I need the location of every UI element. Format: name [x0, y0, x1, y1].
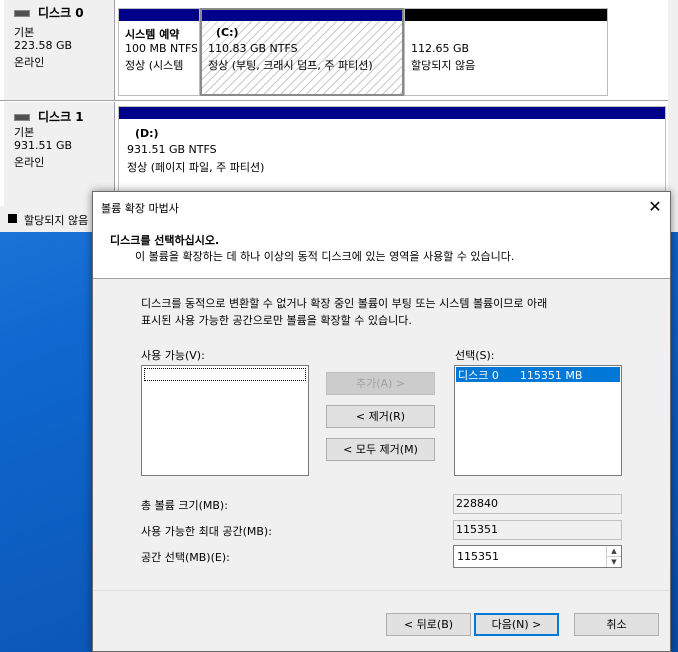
disk-1-title-wrap: 디스크 1	[14, 108, 84, 125]
remove-button[interactable]: < 제거(R)	[326, 405, 435, 428]
disk-0-label[interactable]: 디스크 0 기본 223.58 GB 온라인	[4, 0, 115, 100]
back-button[interactable]: < 뒤로(B)	[386, 613, 471, 636]
footer-divider	[93, 590, 670, 591]
spin-down-icon[interactable]: ▼	[607, 557, 621, 567]
partition-name: (D:)	[135, 127, 159, 140]
add-button[interactable]: 추가(A) >	[326, 372, 435, 395]
selected-listbox[interactable]: 디스크 0 115351 MB	[454, 365, 622, 476]
dialog-title: 볼륨 확장 마법사	[101, 202, 179, 215]
disk-1-size: 931.51 GB	[14, 139, 73, 152]
row-divider	[0, 100, 668, 101]
legend-unallocated-label: 할당되지 않음	[24, 214, 89, 227]
spinner-arrows: ▲ ▼	[606, 546, 621, 567]
disk-0-status: 온라인	[14, 56, 45, 69]
partition-size: 110.83 GB NTFS	[208, 42, 298, 55]
select-space-label: 공간 선택(MB)(E):	[141, 551, 230, 564]
disk-0-type: 기본	[14, 26, 35, 39]
partition-name: (C:)	[216, 26, 239, 39]
legend-unallocated-swatch	[8, 214, 17, 223]
selected-item-disk-0[interactable]: 디스크 0 115351 MB	[456, 367, 620, 382]
available-label: 사용 가능(V):	[141, 349, 205, 362]
partition-size: 931.51 GB NTFS	[127, 143, 217, 156]
select-space-value[interactable]: 115351	[457, 550, 499, 563]
partition-status: 정상 (부팅, 크래시 덤프, 주 파티션)	[208, 59, 373, 72]
next-button[interactable]: 다음(N) >	[474, 613, 559, 636]
partition-bar	[119, 107, 665, 119]
close-icon[interactable]: ✕	[640, 192, 670, 222]
drive-icon	[14, 114, 30, 121]
selected-item-size: 115351 MB	[519, 369, 583, 382]
disk-row-0: 디스크 0 기본 223.58 GB 온라인 시스템 예약 100 MB NTF…	[0, 0, 678, 100]
focus-rect	[144, 368, 306, 381]
wizard-header: 디스크를 선택하십시오. 이 볼륨을 확장하는 데 하나 이상의 동적 디스크에…	[93, 222, 670, 279]
total-size-label: 총 볼륨 크기(MB):	[141, 499, 228, 512]
header-subtitle: 이 볼륨을 확장하는 데 하나 이상의 동적 디스크에 있는 영역을 사용할 수…	[135, 250, 515, 263]
remove-all-button[interactable]: < 모두 제거(M)	[326, 438, 435, 461]
partition-size: 100 MB NTFS	[125, 42, 197, 55]
max-space-field: 115351	[453, 520, 622, 540]
available-listbox[interactable]	[141, 365, 309, 476]
drive-icon	[14, 10, 30, 17]
description-line-1: 디스크를 동적으로 변환할 수 없거나 확장 중인 볼륨이 부팅 또는 시스템 …	[141, 297, 548, 310]
max-space-label: 사용 가능한 최대 공간(MB):	[141, 525, 272, 538]
disk-0-title-wrap: 디스크 0	[14, 4, 84, 21]
partition-system-reserved[interactable]: 시스템 예약 100 MB NTFS 정상 (시스템	[118, 8, 200, 96]
partition-unallocated[interactable]: 112.65 GB 할당되지 않음	[404, 8, 608, 96]
partition-status: 할당되지 않음	[411, 59, 476, 72]
description-line-2: 표시된 사용 가능한 공간으로만 볼륨을 확장할 수 있습니다.	[141, 314, 412, 327]
disk-0-name: 디스크 0	[38, 6, 84, 20]
spin-up-icon[interactable]: ▲	[607, 546, 621, 557]
disk-1-name: 디스크 1	[38, 110, 84, 124]
disk-1-status: 온라인	[14, 156, 45, 169]
dialog-titlebar[interactable]: 볼륨 확장 마법사 ✕	[93, 192, 670, 222]
select-space-spinner[interactable]: 115351 ▲ ▼	[453, 545, 622, 568]
disk-0-size: 223.58 GB	[14, 39, 73, 52]
selected-label: 선택(S):	[455, 349, 495, 362]
disk-1-type: 기본	[14, 126, 35, 139]
partition-name: 시스템 예약	[125, 28, 180, 41]
partition-status: 정상 (페이지 파일, 주 파티션)	[127, 161, 265, 174]
partition-size: 112.65 GB	[411, 42, 470, 55]
partition-bar	[202, 10, 402, 21]
total-size-field: 228840	[453, 494, 622, 514]
cancel-button[interactable]: 취소	[574, 613, 659, 636]
header-title: 디스크를 선택하십시오.	[110, 234, 220, 247]
partition-bar	[119, 9, 199, 21]
extend-volume-wizard-dialog: 볼륨 확장 마법사 ✕ 디스크를 선택하십시오. 이 볼륨을 확장하는 데 하나…	[92, 191, 671, 652]
partition-status: 정상 (시스템	[125, 59, 184, 72]
partition-bar	[405, 9, 607, 21]
selected-item-disk: 디스크 0	[458, 369, 499, 382]
partition-c[interactable]: (C:) 110.83 GB NTFS 정상 (부팅, 크래시 덤프, 주 파티…	[200, 8, 404, 96]
